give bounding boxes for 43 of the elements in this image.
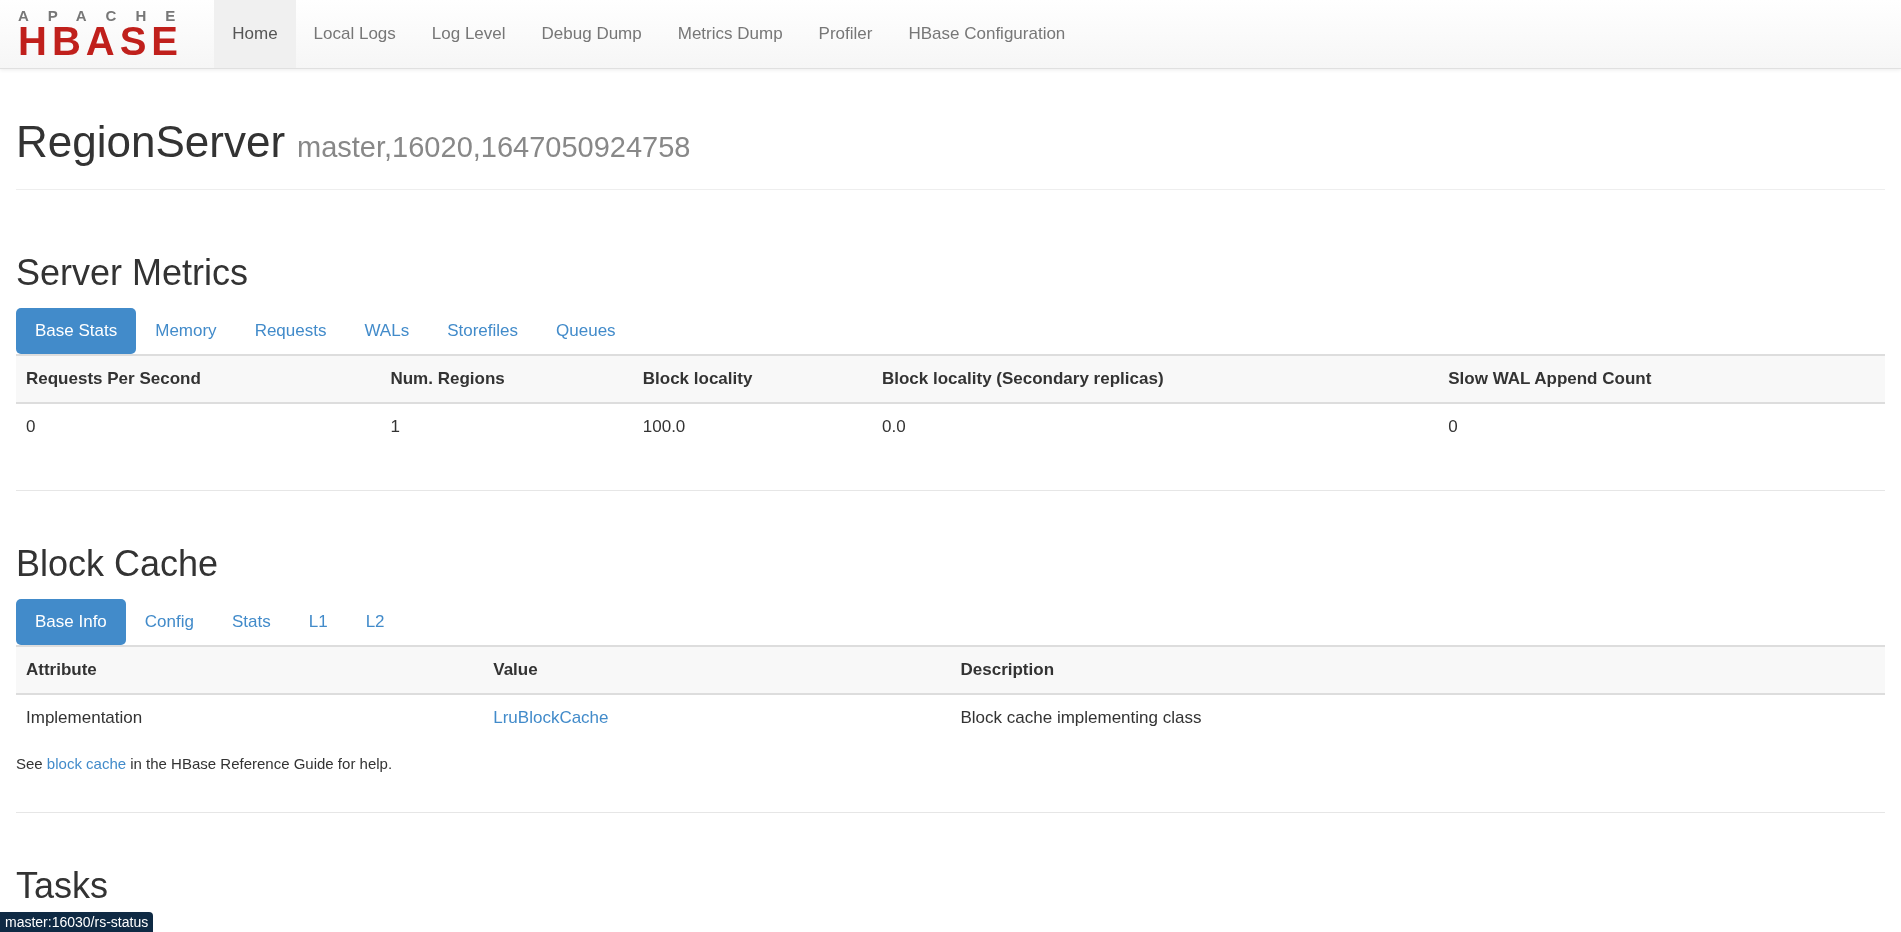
page-title: RegionServer <box>16 117 286 167</box>
tab[interactable]: Base Info <box>16 599 126 645</box>
nav-link[interactable]: Log Level <box>413 0 524 68</box>
server-name: master,16020,1647050924758 <box>297 131 691 164</box>
nav-link[interactable]: Home <box>214 0 296 68</box>
table-cell: Implementation <box>16 694 484 741</box>
column-header: Block locality (Secondary replicas) <box>872 356 1439 403</box>
hbase-logo[interactable]: APACHE HBASE <box>0 0 215 68</box>
column-header: Requests Per Second <box>16 356 381 403</box>
column-header: Attribute <box>16 647 484 694</box>
help-link[interactable]: block cache <box>46 755 127 772</box>
nav-link[interactable]: Profiler <box>800 0 891 68</box>
section-title: Block Cache <box>16 543 220 585</box>
column-header: Value <box>483 647 951 694</box>
tab[interactable]: Base Stats <box>16 308 137 354</box>
nav-link[interactable]: Debug Dump <box>523 0 660 68</box>
table-cell: 0 <box>1438 403 1885 450</box>
status-url: master:16030/rs-status <box>0 912 154 932</box>
column-header: Description <box>950 647 1885 694</box>
tab[interactable]: L2 <box>346 599 404 645</box>
tab[interactable]: Requests <box>235 308 346 354</box>
column-header: Slow WAL Append Count <box>1438 356 1885 403</box>
tab[interactable]: WALs <box>345 308 429 354</box>
section-title: Server Metrics <box>16 252 250 294</box>
table-cell: 1 <box>380 403 633 450</box>
table-cell: 100.0 <box>632 403 872 450</box>
nav-link[interactable]: Metrics Dump <box>659 0 801 68</box>
column-header: Block locality <box>632 356 872 403</box>
section-title: Tasks <box>16 865 110 907</box>
class-link[interactable]: LruBlockCache <box>493 708 609 727</box>
column-header: Num. Regions <box>380 356 633 403</box>
table-cell: 0 <box>16 403 381 450</box>
tab[interactable]: Storefiles <box>428 308 538 354</box>
tab[interactable]: Memory <box>136 308 236 354</box>
tab[interactable]: Queues <box>537 308 635 354</box>
nav-link[interactable]: HBase Configuration <box>890 0 1084 68</box>
tab[interactable]: Config <box>125 599 213 645</box>
tab[interactable]: L1 <box>289 599 347 645</box>
table-cell: Block cache implementing class <box>950 694 1885 741</box>
help-text: See block cache in the HBase Reference Guide for help. <box>16 755 394 772</box>
tab[interactable]: Stats <box>212 599 290 645</box>
table-cell: 0.0 <box>872 403 1439 450</box>
nav-link[interactable]: Local Logs <box>295 0 414 68</box>
